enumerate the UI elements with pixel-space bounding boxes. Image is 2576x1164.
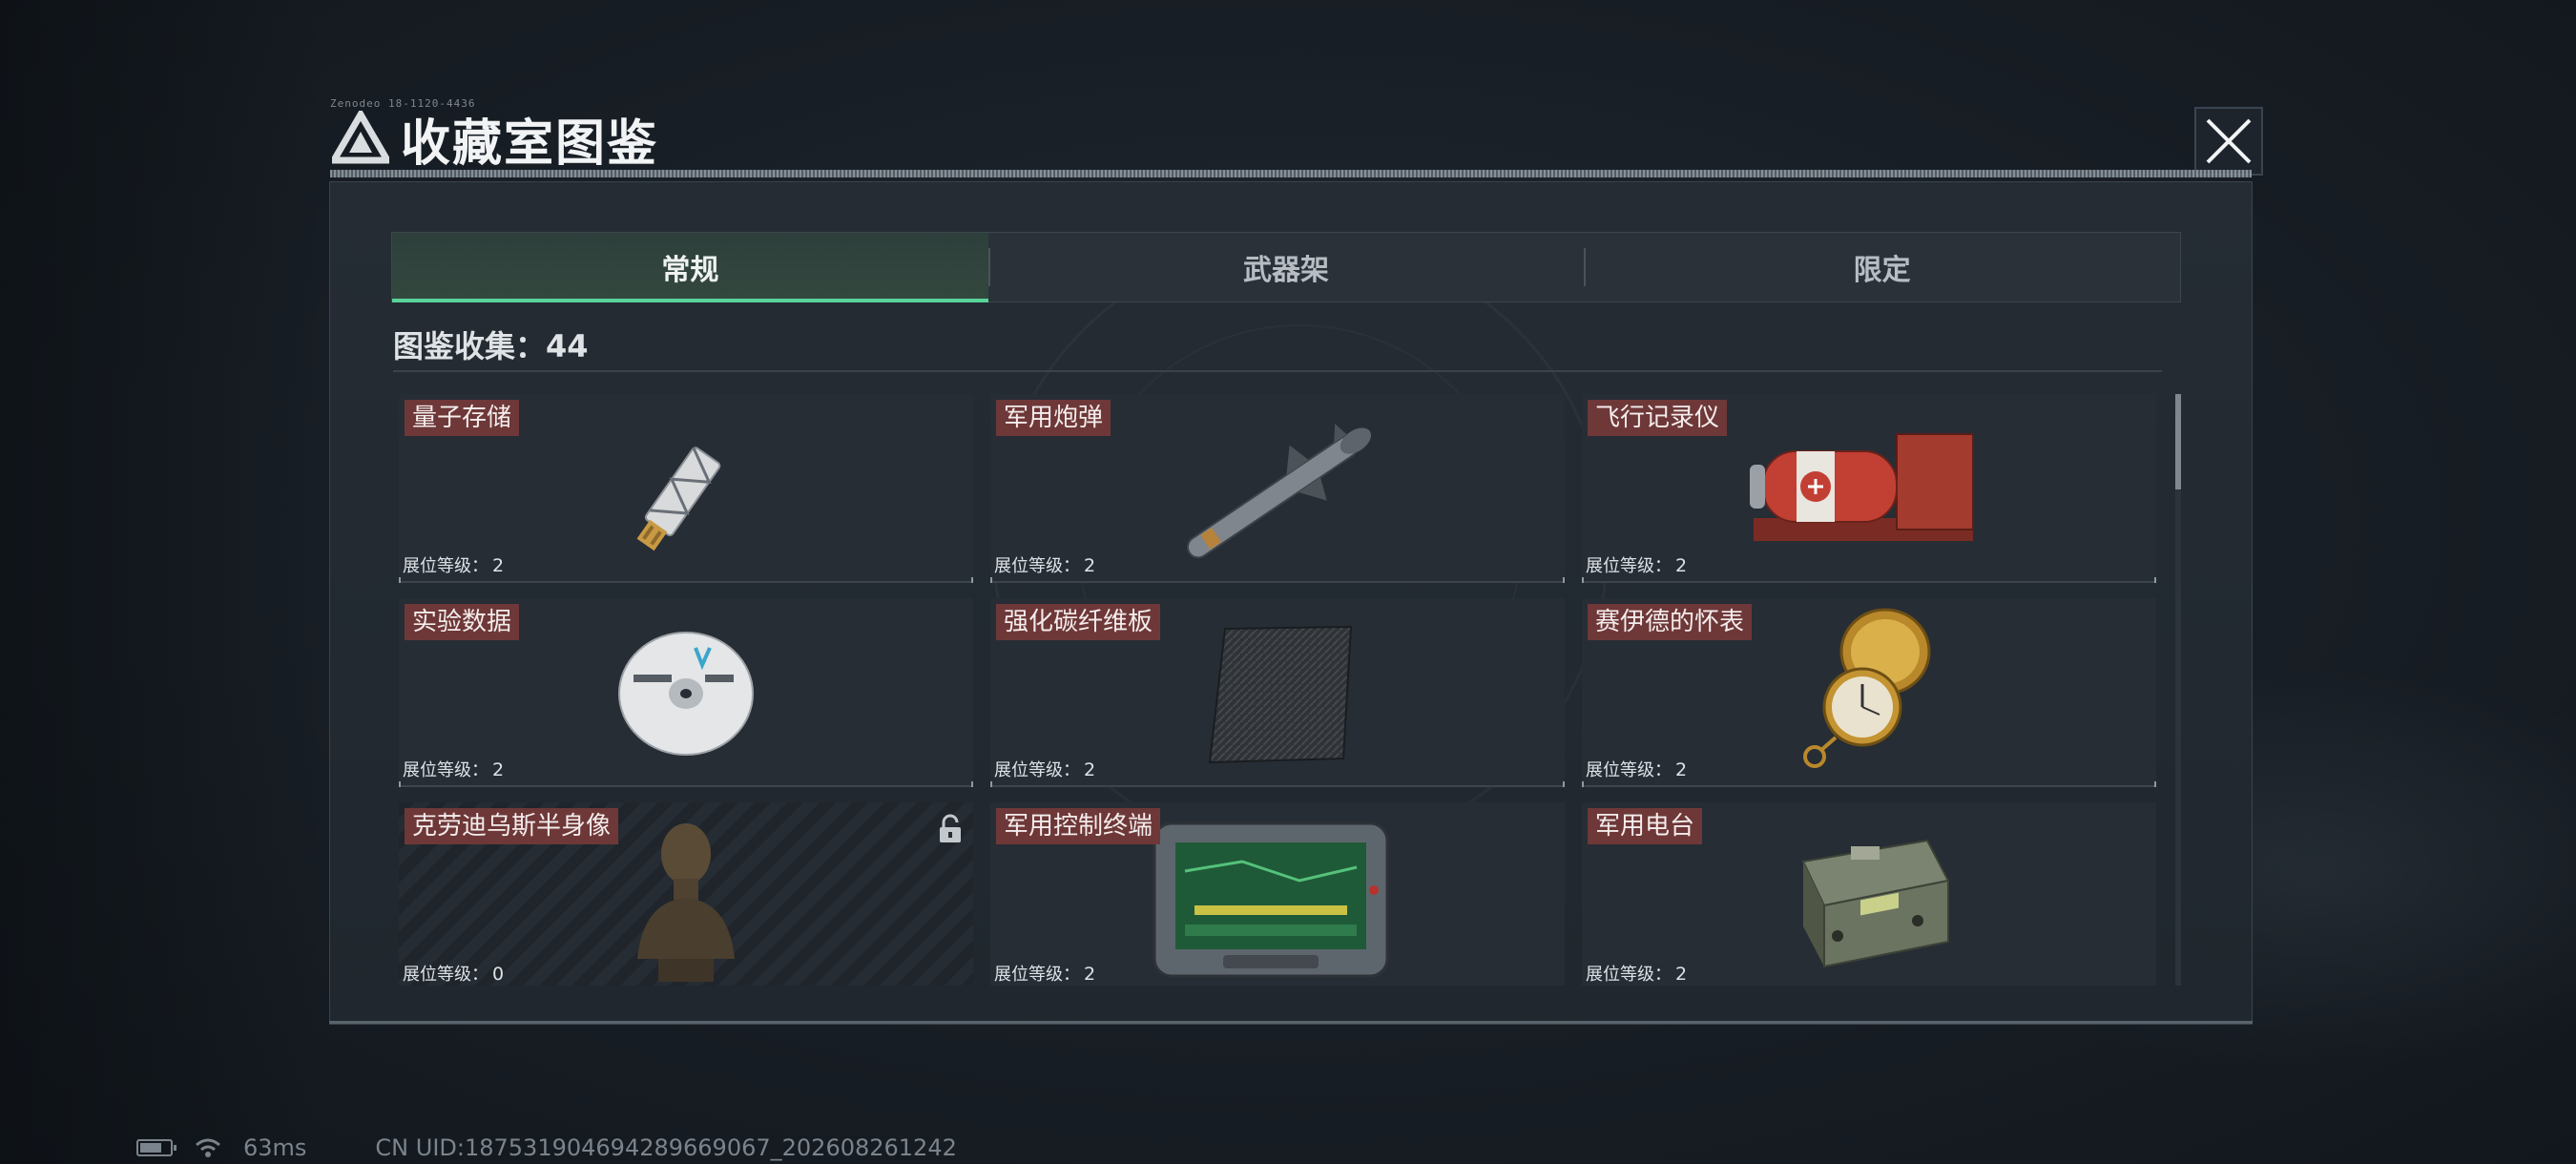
level-label: 展位等级： [1586, 760, 1672, 780]
card-underline [399, 577, 973, 583]
bust-icon [637, 823, 735, 982]
usb-drive-icon [636, 447, 721, 551]
radio-icon [1801, 839, 1950, 968]
status-bar: 63ms CN UID:187531904694289669067_202608… [136, 1134, 957, 1161]
item-card-quantum-storage[interactable]: 量子存储 展位等级： 2 [399, 394, 973, 583]
item-card-military-terminal[interactable]: 军用控制终端 展位等级： 2 [990, 802, 1565, 986]
level-label: 展位等级： [403, 760, 488, 780]
item-name: 军用炮弹 [996, 400, 1111, 436]
level-value: 2 [1675, 555, 1688, 576]
item-name: 军用电台 [1588, 808, 1703, 844]
uid-text: CN UID:187531904694289669067_20260826124… [375, 1134, 957, 1161]
item-level: 展位等级： 2 [994, 757, 1095, 781]
disc-icon [618, 632, 754, 756]
collection-count: 图鉴收集：44 [393, 328, 589, 364]
item-level: 展位等级： 2 [994, 961, 1095, 986]
level-value: 2 [492, 555, 505, 576]
page-title: 收藏室图鉴 [401, 115, 659, 173]
item-name: 赛伊德的怀表 [1588, 604, 1753, 640]
grid-scrollbar[interactable] [2175, 394, 2181, 986]
lock-icon [940, 814, 961, 842]
level-label: 展位等级： [1586, 556, 1672, 576]
level-value: 0 [492, 964, 505, 985]
item-name: 强化碳纤维板 [996, 604, 1161, 640]
item-name: 量子存储 [405, 400, 520, 436]
scrollbar-thumb[interactable] [2175, 394, 2181, 489]
delta-logo-icon [332, 111, 389, 164]
item-card-military-shell[interactable]: 军用炮弹 展位等级： 2 [990, 394, 1565, 583]
card-underline [399, 781, 973, 787]
item-card-experiment-data[interactable]: 实验数据 展位等级： 2 [399, 598, 973, 787]
wifi-icon [196, 1138, 220, 1157]
window-header: Zenodeo 18-1120-4436 收藏室图鉴 [321, 97, 2267, 174]
level-label: 展位等级： [403, 556, 488, 576]
item-name: 飞行记录仪 [1588, 400, 1728, 436]
level-value: 2 [1084, 759, 1096, 780]
item-level: 展位等级： 2 [403, 552, 504, 577]
item-level: 展位等级： 2 [994, 552, 1095, 577]
level-value: 2 [1084, 964, 1096, 985]
control-terminal-icon [1153, 821, 1389, 978]
card-underline [1582, 781, 2156, 787]
header-divider [330, 170, 2252, 177]
item-level: 展位等级： 0 [403, 961, 504, 986]
tab-regular[interactable]: 常规 [392, 233, 988, 302]
flight-recorder-icon [1750, 433, 1974, 541]
level-label: 展位等级： [994, 760, 1080, 780]
level-value: 2 [492, 759, 505, 780]
category-tabs: 常规 武器架 限定 [391, 232, 2181, 302]
card-underline [990, 781, 1565, 787]
close-button[interactable] [2194, 107, 2263, 176]
level-label: 展位等级： [403, 965, 488, 985]
ping-text: 63ms [243, 1134, 307, 1161]
item-card-military-radio[interactable]: 军用电台 展位等级： 2 [1582, 802, 2156, 986]
item-level: 展位等级： 2 [1586, 552, 1687, 577]
level-value: 2 [1084, 555, 1096, 576]
panel-bottom-border [329, 1021, 2253, 1024]
tab-weapon-rack[interactable]: 武器架 [987, 233, 1585, 301]
battery-icon [136, 1139, 177, 1156]
item-level: 展位等级： 2 [1586, 961, 1687, 986]
level-label: 展位等级： [994, 965, 1080, 985]
item-name: 军用控制终端 [996, 808, 1161, 844]
level-value: 2 [1675, 964, 1688, 985]
tab-limited[interactable]: 限定 [1584, 233, 2180, 301]
pocket-watch-icon [1803, 608, 1931, 768]
level-label: 展位等级： [994, 556, 1080, 576]
item-card-claudius-bust[interactable]: 克劳迪乌斯半身像 展位等级： 0 [399, 802, 973, 986]
carbon-plate-icon [1208, 625, 1353, 764]
item-card-pocket-watch[interactable]: 赛伊德的怀表 展位等级： 2 [1582, 598, 2156, 787]
level-label: 展位等级： [1586, 965, 1672, 985]
item-name: 克劳迪乌斯半身像 [405, 808, 619, 844]
background-shade-left [0, 0, 324, 1164]
card-underline [990, 577, 1565, 583]
collection-divider [393, 370, 2162, 372]
item-level: 展位等级： 2 [1586, 757, 1687, 781]
item-name: 实验数据 [405, 604, 520, 640]
card-underline [1582, 577, 2156, 583]
close-icon [2206, 118, 2252, 164]
item-card-flight-recorder[interactable]: 飞行记录仪 展位等级： 2 [1582, 394, 2156, 583]
item-level: 展位等级： 2 [403, 757, 504, 781]
level-value: 2 [1675, 759, 1688, 780]
item-grid: 量子存储 展位等级： 2 军用炮弹 展位等级： 2 飞行记录仪 展位等级： 2 … [399, 394, 2164, 986]
missile-icon [1186, 424, 1372, 559]
item-card-carbon-fiber-plate[interactable]: 强化碳纤维板 展位等级： 2 [990, 598, 1565, 787]
